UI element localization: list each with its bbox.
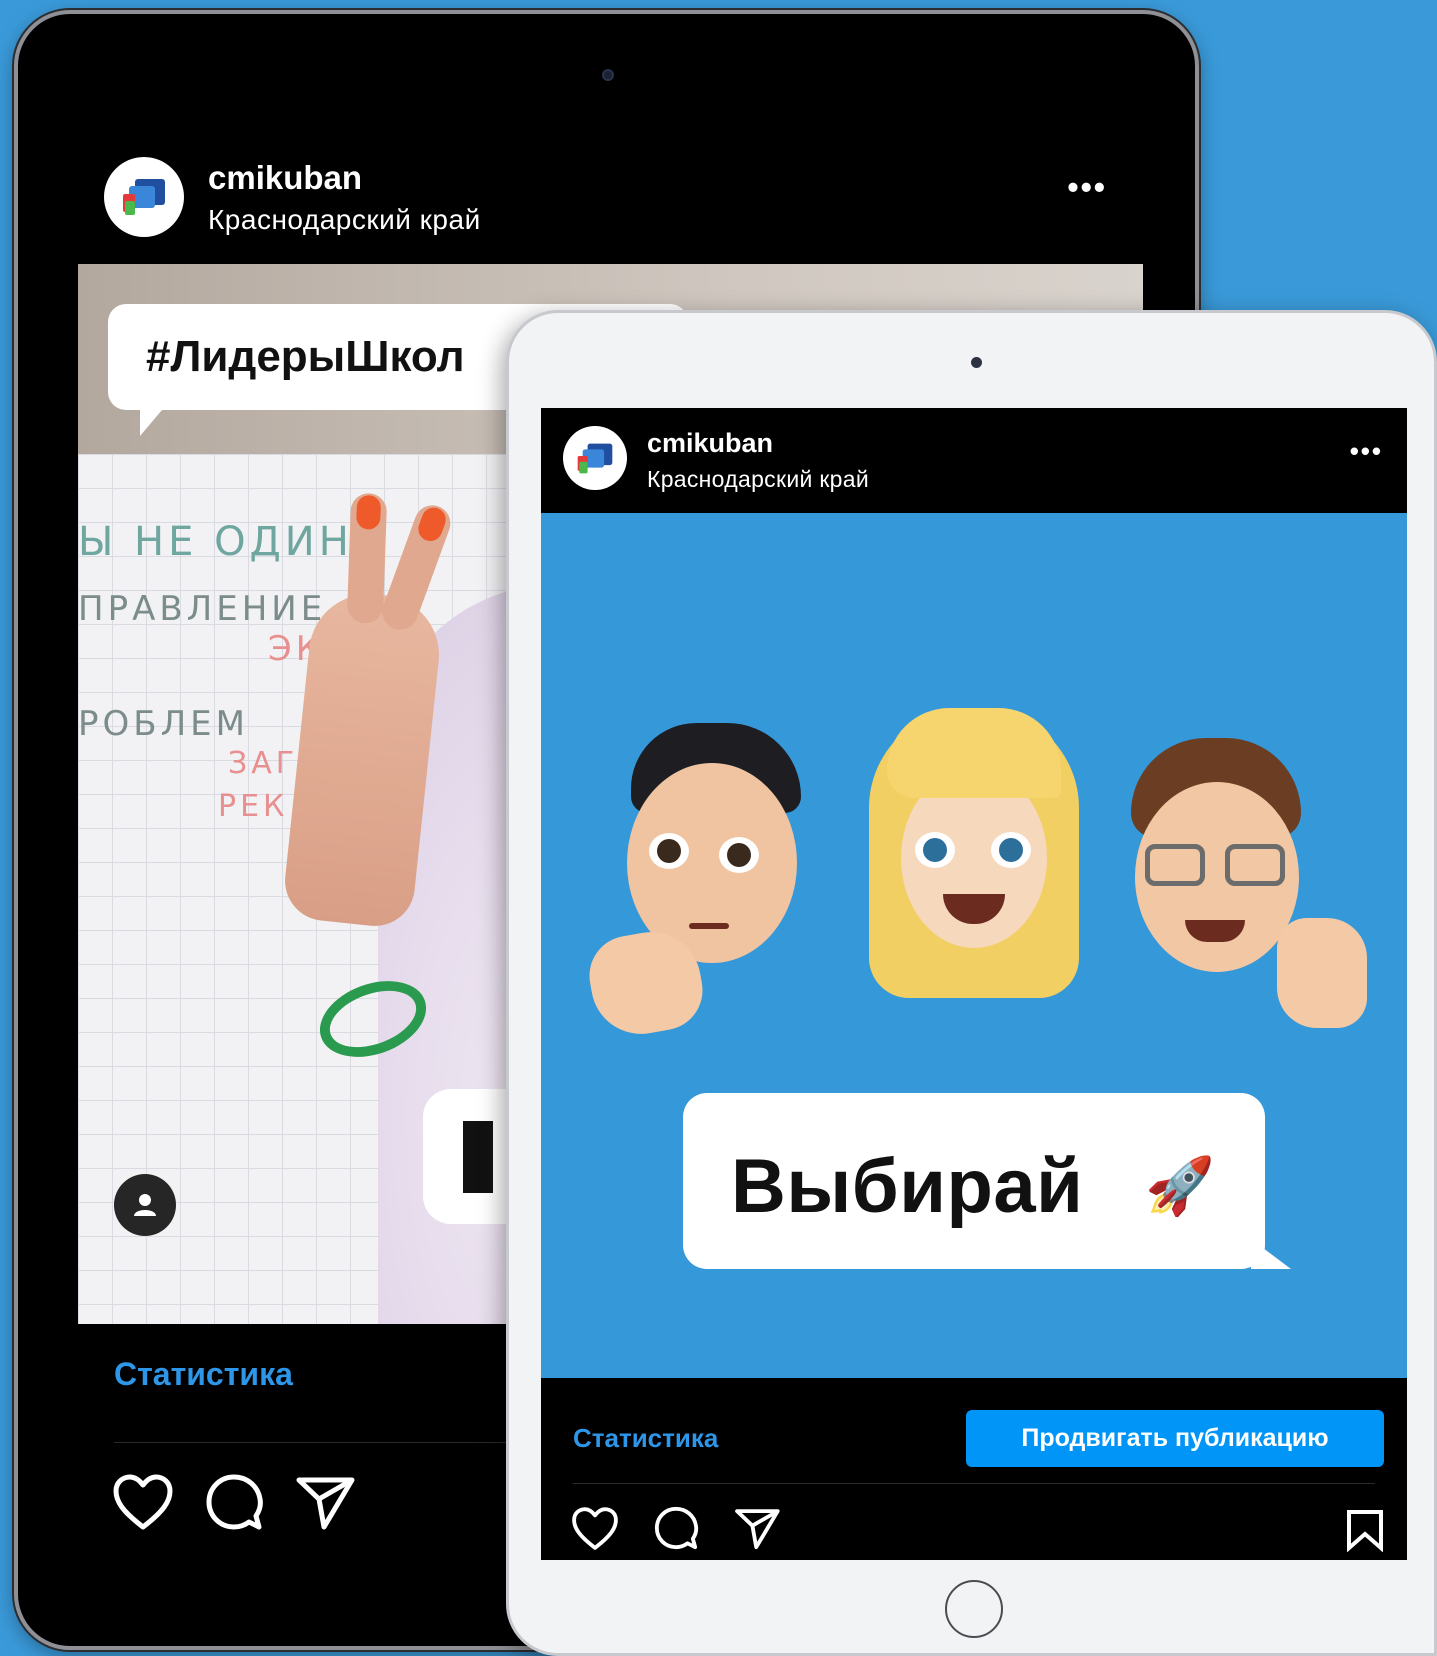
memoji-pupil <box>999 838 1023 862</box>
front-post-location[interactable]: Краснодарский край <box>647 466 869 493</box>
back-post-handle[interactable]: cmikuban <box>208 159 362 197</box>
board-line-2: ПРАВЛЕНИЕ <box>78 589 327 629</box>
hashtag-text: #ЛидерыШкол <box>146 332 465 381</box>
front-actions-divider <box>573 1483 1375 1484</box>
front-action-bar <box>571 1505 781 1551</box>
memoji-face <box>1135 782 1299 972</box>
memoji-eye <box>649 833 689 869</box>
front-post-image: Выбирай 🚀 <box>541 513 1407 1378</box>
front-more-options-button[interactable]: ••• <box>1350 436 1383 467</box>
memoji-glasses-lens <box>1145 844 1205 886</box>
user-tag-button[interactable] <box>114 1174 176 1236</box>
memoji-pupil <box>923 838 947 862</box>
back-tablet-camera <box>602 69 614 81</box>
brand-logo-icon <box>577 443 613 473</box>
user-tag-icon <box>134 1194 156 1216</box>
memoji-eye <box>719 837 759 873</box>
memoji-pupil <box>727 843 751 867</box>
back-more-options-button[interactable]: ••• <box>1067 169 1107 206</box>
share-icon[interactable] <box>733 1505 781 1551</box>
memoji-eye <box>991 832 1031 868</box>
board-line-6: РЕК <box>218 789 289 824</box>
photo-finger <box>346 492 388 624</box>
back-post-location[interactable]: Краснодарский край <box>208 204 481 236</box>
hashtag-bubble-tail <box>140 410 168 436</box>
memoji-blonde <box>869 708 1079 1008</box>
back-statistics-link[interactable]: Статистика <box>114 1356 293 1393</box>
front-statistics-link[interactable]: Статистика <box>573 1423 718 1454</box>
like-icon[interactable] <box>112 1473 174 1531</box>
memoji-thinking <box>583 723 821 1042</box>
brand-logo-icon <box>123 179 165 215</box>
like-icon[interactable] <box>571 1506 619 1551</box>
front-tablet-frame: cmikuban Краснодарский край ••• Выбирай … <box>506 310 1437 1656</box>
vybiray-bubble-tail <box>1251 1239 1291 1269</box>
memoji-glasses-lens <box>1225 844 1285 886</box>
save-icon[interactable] <box>1345 1508 1385 1557</box>
vybiray-text: Выбирай <box>731 1144 1084 1229</box>
promote-post-button[interactable]: Продвигать публикацию <box>966 1410 1384 1467</box>
board-line-1: Ы НЕ ОДИН! <box>78 519 373 565</box>
front-tablet-screen: cmikuban Краснодарский край ••• Выбирай … <box>541 408 1407 1560</box>
photo-nail <box>414 504 450 545</box>
home-button[interactable] <box>945 1580 1003 1638</box>
front-post-handle[interactable]: cmikuban <box>647 428 773 459</box>
memoji-eye <box>915 832 955 868</box>
comment-icon[interactable] <box>653 1505 699 1551</box>
memoji-thumbs-up <box>1277 918 1367 1028</box>
front-post-header: cmikuban Краснодарский край ••• <box>541 408 1407 513</box>
rocket-emoji: 🚀 <box>1145 1154 1215 1217</box>
memoji-mouth <box>943 894 1005 924</box>
memoji-pupil <box>657 839 681 863</box>
back-post-header: cmikuban Краснодарский край ••• <box>78 124 1143 264</box>
back-avatar[interactable] <box>104 157 184 237</box>
photo-nail <box>356 494 382 530</box>
share-icon[interactable] <box>294 1472 356 1532</box>
vybiray-bubble: Выбирай 🚀 <box>683 1093 1291 1269</box>
back-action-bar <box>112 1472 356 1532</box>
caption-glyph <box>463 1121 493 1193</box>
memoji-mouth <box>689 923 729 929</box>
memoji-bangs <box>887 708 1061 798</box>
board-line-4: РОБЛЕМ <box>78 704 249 744</box>
comment-icon[interactable] <box>204 1472 264 1532</box>
memoji-mouth <box>1185 920 1245 942</box>
front-tablet-camera <box>971 357 982 368</box>
memoji-glasses <box>1117 738 1387 1038</box>
front-avatar[interactable] <box>563 426 627 490</box>
